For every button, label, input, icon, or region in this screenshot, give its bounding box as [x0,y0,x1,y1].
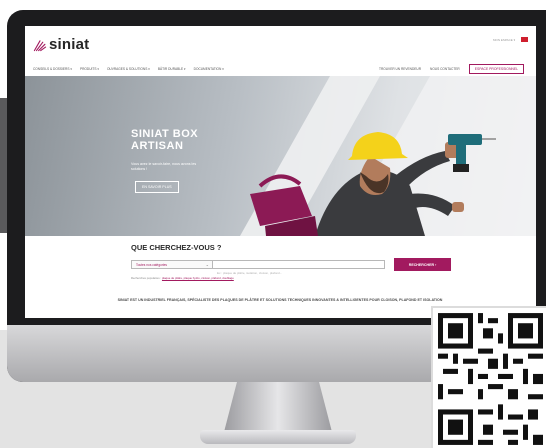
popular-searches-label: Recherches populaires : [131,276,162,280]
website-screen: siniat MON ESPACE ▾ CONSEILS & DOSSIERS … [25,26,536,318]
company-tagline: SINIAT EST UN INDUSTRIEL FRANÇAIS, SPÉCI… [117,298,443,302]
find-dealer-link[interactable]: TROUVER UN REVENDEUR [379,67,421,71]
contact-link[interactable]: NOUS CONTACTER [430,67,460,71]
logo-burst-icon [33,39,47,51]
hero-subtitle: Vous avez le savoir-faire, nous avons le… [131,162,197,171]
hero-title: SINIAT BOX ARTISAN [131,128,199,152]
monitor-stand [224,382,332,432]
nav-item-produits[interactable]: PRODUITS ▾ [80,67,99,71]
qr-code-icon [433,308,546,448]
category-select-value: Toutes nos catégories [136,263,168,267]
search-button[interactable]: RECHERCHER › [394,258,451,271]
site-header: siniat MON ESPACE ▾ [25,26,536,62]
pro-space-button[interactable]: ESPACE PROFESSIONNEL [468,64,524,74]
nav-item-ouvrages[interactable]: OUVRAGES & SOLUTIONS ▾ [107,67,150,71]
hero-worker-image [240,76,536,236]
popular-searches-links[interactable]: plaque de plâtre, plaque hydro, cloison,… [162,276,234,280]
nav-right-group: TROUVER UN REVENDEUR NOUS CONTACTER ESPA… [379,62,536,76]
search-field[interactable] [213,260,385,277]
learn-more-button[interactable]: EN SAVOIR PLUS [135,181,179,193]
nav-item-conseils[interactable]: CONSEILS & DOSSIERS ▾ [33,67,72,71]
nav-item-batir-durable[interactable]: BÂTIR DURABLE ▾ [158,67,186,71]
chevron-down-icon: ⌄ [205,262,209,267]
category-select[interactable]: Toutes nos catégories ⌄ [131,260,213,269]
search-input[interactable] [213,269,384,277]
main-nav: CONSEILS & DOSSIERS ▾ PRODUITS ▾ OUVRAGE… [25,62,536,76]
logo-wordmark: siniat [49,36,90,53]
flag-fr-icon[interactable] [521,37,528,42]
monitor-base [200,430,356,444]
nav-item-documentation[interactable]: DOCUMENTATION ▾ [194,67,224,71]
qr-code [431,306,546,448]
site-logo[interactable]: siniat [33,36,89,53]
hero-banner: SINIAT BOX ARTISAN Vous avez le savoir-f… [25,76,536,236]
search-title: QUE CHERCHEZ-VOUS ? [131,243,222,252]
popular-searches: Recherches populaires : plaque de plâtre… [131,276,234,280]
my-account-link[interactable]: MON ESPACE ▾ [493,38,515,42]
